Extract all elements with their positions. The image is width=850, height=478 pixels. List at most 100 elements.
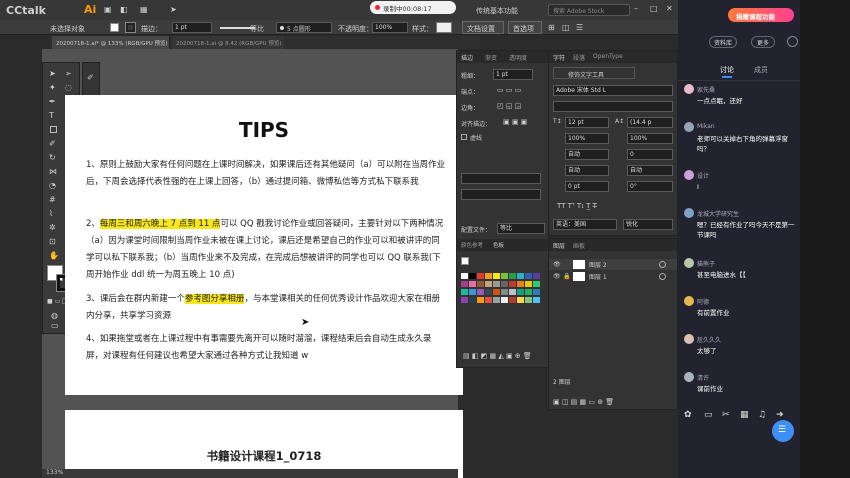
magic-wand-tool-icon[interactable]: ✦ (49, 83, 56, 93)
mesh-tool-icon[interactable]: # (49, 195, 56, 205)
color-swatch[interactable] (525, 273, 532, 279)
color-swatch[interactable] (477, 297, 484, 303)
zoom-level[interactable]: 133% (46, 469, 63, 476)
lock-icon[interactable]: 🔒 (563, 272, 570, 282)
color-swatch[interactable] (485, 281, 492, 287)
color-swatch[interactable] (493, 297, 500, 303)
stock-icon[interactable]: ◧ (120, 5, 128, 15)
danmaku-float-button[interactable]: ☰ (772, 420, 794, 442)
layer-target-icon[interactable] (659, 273, 666, 280)
tab-members[interactable]: 成员 (754, 65, 768, 75)
vertical-scale-field[interactable]: 100% (565, 133, 609, 144)
color-swatch[interactable] (501, 297, 508, 303)
color-swatch[interactable] (461, 289, 468, 295)
color-swatch[interactable] (525, 297, 532, 303)
notify-icon[interactable]: ♫ (758, 410, 766, 420)
tab-stroke[interactable]: 描边 (461, 53, 473, 62)
direct-selection-tool-icon[interactable]: ➢ (65, 69, 72, 79)
layers-footer-icons[interactable]: ▣ ◫ ▤ ▦ ▭ ⊕ 🗑 (553, 397, 614, 407)
visibility-eye-icon[interactable]: 👁 (553, 272, 561, 282)
isolate-icon[interactable]: ◫ (562, 23, 570, 33)
cap-buttons-icon[interactable]: ▭ ▭ ▭ (497, 85, 521, 95)
baseline-shift-field[interactable]: 0 pt (565, 181, 609, 192)
color-swatch[interactable] (477, 289, 484, 295)
hand-tool-icon[interactable]: ✋ (49, 251, 59, 261)
color-swatch[interactable] (517, 281, 524, 287)
pen-tool-icon[interactable]: ✒ (49, 97, 56, 107)
arrow-scale-field[interactable] (461, 189, 541, 200)
color-swatch[interactable] (517, 297, 524, 303)
visibility-eye-icon[interactable]: 👁 (553, 260, 561, 270)
layer-target-icon[interactable] (659, 261, 666, 268)
width-tool-icon[interactable]: ⋈ (49, 167, 57, 177)
layer-row-2[interactable]: 👁 图层 2 (549, 259, 677, 270)
screen-mode-icon[interactable]: ▭ (51, 321, 59, 331)
transform-icon[interactable]: ⊞ (548, 23, 555, 33)
aki-right-field[interactable]: 自动 (627, 165, 673, 176)
color-swatch[interactable] (517, 273, 524, 279)
style-swatch[interactable] (436, 22, 452, 33)
shape-builder-tool-icon[interactable]: ◔ (49, 181, 56, 191)
color-swatch[interactable] (477, 273, 484, 279)
more-button[interactable]: 更多 (751, 36, 775, 48)
profile-field[interactable]: 等比 (497, 223, 545, 234)
uniform-label[interactable]: 等比 (250, 24, 264, 34)
color-swatch[interactable] (501, 289, 508, 295)
color-swatch[interactable] (493, 281, 500, 287)
color-swatch[interactable] (501, 281, 508, 287)
swatch-grid[interactable] (461, 273, 547, 329)
color-swatch[interactable] (525, 281, 532, 287)
tab-character[interactable]: 字符 (553, 53, 565, 62)
tab-layers[interactable]: 图层 (553, 241, 565, 250)
color-swatch[interactable] (533, 273, 540, 279)
doc-tab-active[interactable]: 20200718-1.ai* @ 133% (RGB/GPU 预览) (52, 36, 170, 49)
color-swatch[interactable] (485, 273, 492, 279)
shaper-tool-icon[interactable]: ✐ (49, 139, 56, 149)
selection-tool-icon[interactable]: ➤ (49, 69, 56, 79)
color-swatch[interactable] (477, 281, 484, 287)
color-swatch[interactable] (469, 273, 476, 279)
stock-search[interactable]: 搜索 Adobe Stock (548, 4, 630, 16)
color-swatch[interactable] (485, 289, 492, 295)
scissors-icon[interactable]: ✂ (722, 410, 730, 420)
tab-discuss[interactable]: 讨论 (720, 65, 734, 75)
color-swatch[interactable] (509, 297, 516, 303)
layer-row-1[interactable]: 👁 🔒 图层 1 (549, 271, 677, 282)
tab-paragraph[interactable]: 段落 (573, 53, 585, 62)
tab-transparency[interactable]: 透明度 (509, 53, 527, 62)
color-swatch[interactable] (509, 273, 516, 279)
text-style-buttons-icon[interactable]: TT Tᵀ T₁ T̲ T̶ (557, 201, 597, 211)
brand-banner[interactable]: 捐赠课程功能 (728, 8, 794, 22)
opacity-field[interactable]: 100% (372, 22, 408, 33)
share-icon[interactable]: ➜ (776, 410, 784, 420)
tab-swatches[interactable]: 色板 (493, 241, 504, 249)
color-swatch[interactable] (469, 289, 476, 295)
brush-select[interactable]: 5 点圆形 (276, 22, 332, 33)
color-swatch[interactable] (461, 273, 468, 279)
color-swatch[interactable] (517, 289, 524, 295)
maximize-icon[interactable]: □ (650, 4, 658, 14)
files-button[interactable]: 资料库 (709, 36, 737, 48)
tab-gradient[interactable]: 渐变 (485, 53, 497, 62)
arrowheads-field[interactable] (461, 173, 541, 184)
antialias-field[interactable]: 锐化 (623, 219, 673, 230)
eyedropper-tool-icon[interactable]: ⌇ (49, 209, 53, 219)
swatch-fill-icon[interactable] (461, 257, 469, 265)
artboard-tool-icon[interactable]: ⊡ (49, 237, 56, 247)
doc-tab-inactive[interactable]: 20200718-1.ai @ 8.42 (RGB/GPU 预览) (172, 36, 284, 49)
close-icon[interactable]: ✕ (666, 4, 673, 14)
color-swatch[interactable] (485, 297, 492, 303)
font-size-field[interactable]: 12 pt (565, 117, 609, 128)
stroke-weight-field[interactable]: 1 pt (172, 22, 212, 33)
color-swatch[interactable] (533, 297, 540, 303)
font-style-field[interactable] (553, 101, 673, 112)
prefs-button[interactable]: 首选项 (508, 21, 542, 34)
rotate-tool-icon[interactable]: ↻ (49, 153, 56, 163)
brushes-panel-icon[interactable]: ✐ (87, 73, 94, 83)
video-icon[interactable]: ▭ (704, 410, 713, 420)
gift-icon[interactable]: ✿ (684, 410, 692, 420)
color-swatch[interactable] (509, 289, 516, 295)
send-icon[interactable]: ➤ (170, 5, 177, 15)
bridge-icon[interactable]: ▣ (104, 5, 112, 15)
minimize-icon[interactable]: – (634, 4, 638, 14)
